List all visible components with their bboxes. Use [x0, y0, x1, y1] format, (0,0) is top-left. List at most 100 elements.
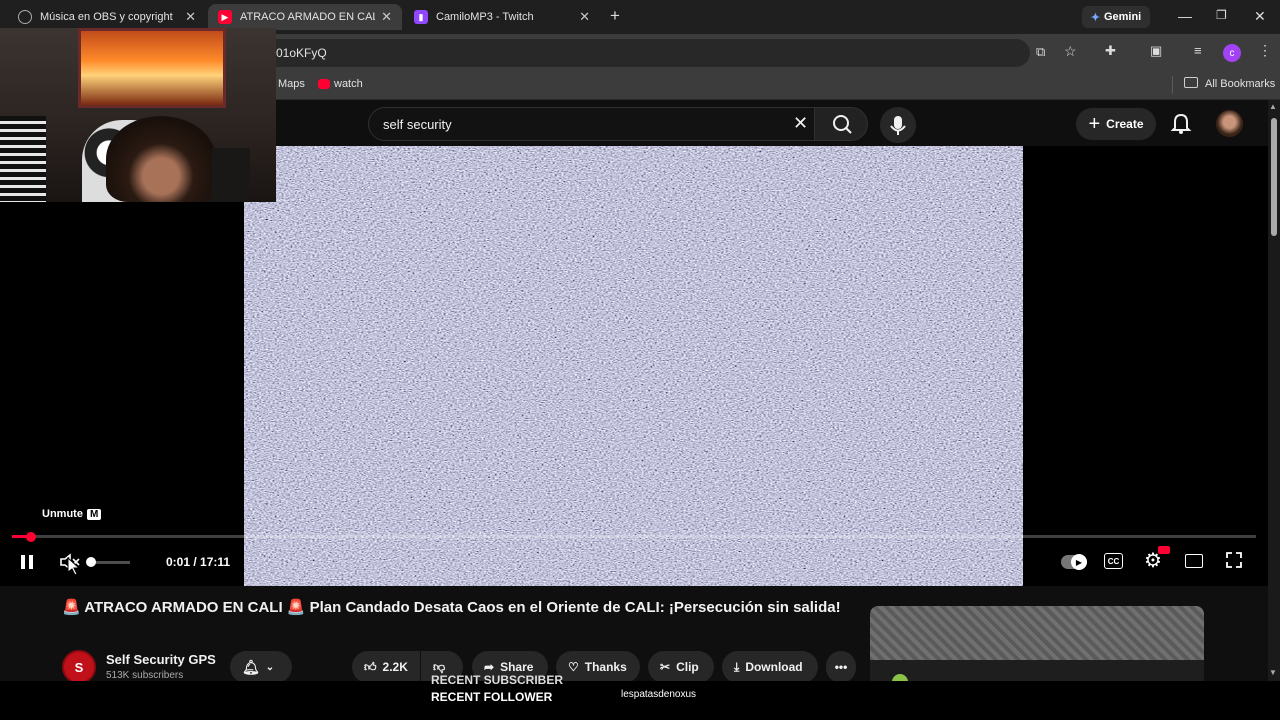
- youtube-bookmark-icon: [318, 79, 330, 89]
- plus-icon: +: [1088, 113, 1101, 135]
- recent-subscriber-label: RECENT SUBSCRIBER: [431, 673, 564, 687]
- menu-kebab-icon[interactable]: ⋮: [1258, 42, 1272, 59]
- hd-badge-icon: [1158, 546, 1170, 554]
- video-title: 🚨 ATRACO ARMADO EN CALI 🚨 Plan Candado D…: [62, 599, 841, 616]
- tab-atraco-armado[interactable]: ▶ ATRACO ARMADO EN CALI ✕: [208, 4, 402, 30]
- youtube-icon: ▶: [218, 10, 232, 24]
- subscription-bell-button[interactable]: 🔔︎ ⌄: [230, 651, 292, 683]
- scissors-icon: ✂: [660, 660, 671, 674]
- time-display: 0:01 / 17:11: [166, 555, 231, 569]
- tab-title: ATRACO ARMADO EN CALI: [240, 11, 376, 23]
- folder-icon: [1184, 77, 1198, 88]
- fullscreen-icon[interactable]: [1224, 550, 1244, 570]
- search-box[interactable]: self security ✕: [368, 107, 814, 141]
- progress-scrubber[interactable]: [26, 532, 36, 542]
- progress-bar[interactable]: [12, 535, 1256, 538]
- create-button[interactable]: + Create: [1076, 108, 1156, 140]
- more-horizontal-icon: •••: [834, 660, 848, 674]
- thumbs-up-icon: 👍︎: [364, 659, 377, 674]
- side-panel-icon[interactable]: ▣: [1150, 43, 1162, 59]
- desk-equipment: [212, 148, 250, 202]
- share-arrow-icon: ➦: [484, 660, 495, 674]
- subscriber-count: 513K subscribers: [106, 670, 184, 681]
- all-bookmarks-link[interactable]: All Bookmarks: [1205, 78, 1275, 90]
- bell-icon: 🔔︎: [242, 658, 260, 675]
- theater-mode-icon[interactable]: [1185, 554, 1203, 568]
- webcam-overlay: [0, 28, 276, 202]
- create-label: Create: [1106, 117, 1144, 131]
- close-window-icon[interactable]: ✕: [1254, 8, 1266, 25]
- voice-search-button[interactable]: [880, 107, 916, 143]
- captions-icon[interactable]: CC: [1104, 553, 1123, 569]
- search-input[interactable]: self security: [383, 117, 452, 132]
- microphone-icon: [890, 116, 906, 135]
- bookmark-watch[interactable]: watch: [334, 78, 363, 90]
- search-icon: [833, 115, 852, 134]
- profile-initial: c: [1229, 47, 1235, 59]
- tab-twitch[interactable]: ▮ CamiloMP3 - Twitch ✕: [404, 4, 600, 30]
- channel-avatar[interactable]: S: [62, 650, 96, 684]
- notifications-bell-icon[interactable]: [1170, 112, 1192, 134]
- video-player[interactable]: Unmute M 0:01 / 17:11 ▶ CC ⚙: [0, 146, 1268, 586]
- clip-label: Clip: [676, 660, 699, 674]
- keyboard-instrument: [0, 116, 46, 202]
- autoplay-play-icon: ▶: [1071, 554, 1087, 570]
- url-text: 01oKFyQ: [276, 46, 327, 60]
- stream-alerts-overlay: RECENT SUBSCRIBER RECENT FOLLOWER lespat…: [0, 673, 1280, 720]
- gemini-sparkle-icon: ✦: [1090, 11, 1100, 24]
- tooltip-label: Unmute: [42, 508, 83, 520]
- thanks-button[interactable]: ♡ Thanks: [556, 651, 640, 683]
- thanks-label: Thanks: [584, 660, 627, 674]
- pause-icon[interactable]: [18, 552, 36, 572]
- tab-title: Música en OBS y copyright: [40, 11, 173, 23]
- search-button[interactable]: [814, 107, 868, 141]
- tab-title: CamiloMP3 - Twitch: [436, 11, 534, 23]
- autoplay-toggle[interactable]: ▶: [1061, 554, 1087, 570]
- bookmark-star-icon[interactable]: ☆: [1064, 43, 1077, 60]
- close-tab-icon[interactable]: ✕: [185, 9, 196, 25]
- tv-static-video-frame: [244, 146, 1023, 586]
- streamer-person: [106, 116, 216, 202]
- install-app-icon[interactable]: ⧉: [1036, 44, 1045, 60]
- twitch-icon: ▮: [414, 10, 428, 24]
- thanks-heart-icon: ♡: [568, 660, 579, 674]
- clear-search-icon[interactable]: ✕: [793, 113, 808, 134]
- scroll-up-arrow-icon[interactable]: ▲: [1269, 102, 1277, 111]
- profile-avatar[interactable]: c: [1223, 44, 1241, 62]
- unmute-tooltip: Unmute M: [42, 508, 102, 520]
- gemini-label: Gemini: [1103, 11, 1142, 23]
- tooltip-shortcut-key: M: [86, 508, 102, 520]
- share-label: Share: [500, 660, 534, 674]
- minimize-icon[interactable]: —: [1178, 8, 1192, 24]
- restore-icon[interactable]: ❐: [1216, 8, 1227, 22]
- address-bar[interactable]: 01oKFyQ: [230, 39, 1030, 67]
- bookmark-maps[interactable]: Maps: [278, 78, 305, 90]
- gemini-button[interactable]: ✦ Gemini: [1082, 6, 1150, 28]
- tab-musica-obs[interactable]: Música en OBS y copyright ✕: [8, 4, 206, 30]
- close-tab-icon[interactable]: ✕: [381, 9, 392, 25]
- close-tab-icon[interactable]: ✕: [579, 9, 590, 25]
- extensions-icon[interactable]: ✚: [1105, 43, 1116, 59]
- account-avatar[interactable]: [1216, 110, 1243, 137]
- clip-button[interactable]: ✂ Clip: [648, 651, 714, 683]
- mouse-cursor-icon: [67, 557, 80, 576]
- channel-name[interactable]: Self Security GPS: [106, 652, 216, 667]
- globe-icon: [18, 10, 32, 24]
- page-scrollbar[interactable]: ▲ ▼: [1268, 100, 1280, 685]
- recent-follower-label: RECENT FOLLOWER: [431, 690, 553, 704]
- fireplace-poster: [78, 28, 226, 108]
- like-count: 2.2K: [382, 660, 408, 674]
- volume-slider[interactable]: [90, 561, 130, 564]
- new-tab-icon[interactable]: +: [610, 6, 620, 26]
- bookmarks-divider: [1172, 76, 1173, 94]
- scrollbar-thumb[interactable]: [1271, 118, 1277, 236]
- download-icon: ⤓: [734, 659, 740, 674]
- download-button[interactable]: ⤓ Download: [722, 651, 818, 683]
- volume-knob[interactable]: [86, 557, 96, 567]
- like-button[interactable]: 👍︎ 2.2K: [352, 651, 420, 683]
- scroll-down-arrow-icon[interactable]: ▼: [1269, 668, 1277, 677]
- more-actions-button[interactable]: •••: [826, 651, 856, 683]
- recent-follower-name: lespatasdenoxus: [621, 689, 697, 700]
- media-controls-icon[interactable]: ≡: [1194, 43, 1202, 58]
- download-label: Download: [745, 660, 803, 674]
